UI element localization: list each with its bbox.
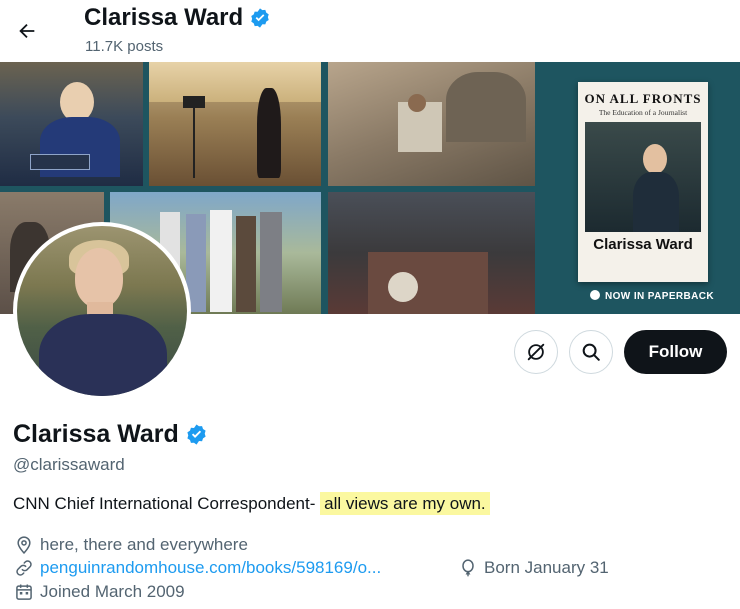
paperback-label: NOW IN PAPERBACK <box>590 290 714 302</box>
grok-icon <box>527 343 545 361</box>
link-icon <box>16 560 32 576</box>
profile-handle: @clarissaward <box>13 455 125 474</box>
book-cover-photo <box>585 122 701 232</box>
location-pin-icon <box>17 536 31 554</box>
book-subtitle: The Education of a Journalist <box>598 108 688 117</box>
grok-button[interactable] <box>514 330 558 374</box>
search-button[interactable] <box>569 330 613 374</box>
website-link[interactable]: penguinrandomhouse.com/books/598169/o... <box>40 558 381 578</box>
link-row: penguinrandomhouse.com/books/598169/o... <box>14 558 381 578</box>
banner-photo-bunker <box>328 62 535 186</box>
back-button[interactable] <box>10 14 44 48</box>
balloon-icon <box>462 559 474 577</box>
calendar-icon <box>16 584 32 600</box>
penguin-icon <box>590 290 600 300</box>
book-title: ON ALL FRONTS <box>584 91 702 106</box>
search-icon <box>582 343 600 361</box>
verified-badge-icon[interactable] <box>185 423 208 446</box>
book-cover[interactable]: ON ALL FRONTS The Education of a Journal… <box>578 82 708 282</box>
banner-photo-field-camera <box>149 62 321 186</box>
header-title: Clarissa Ward <box>84 4 271 32</box>
profile-name-row: Clarissa Ward <box>13 420 208 449</box>
location-row: here, there and everywhere <box>14 535 248 555</box>
joined-row: Joined March 2009 <box>14 582 185 602</box>
follow-button[interactable]: Follow <box>624 330 727 374</box>
post-count: 11.7K posts <box>85 38 164 55</box>
profile-bio: CNN Chief International Correspondent- a… <box>13 492 490 515</box>
bio-highlighted-text: all views are my own. <box>320 492 490 515</box>
birthday-row: Born January 31 <box>458 558 609 578</box>
avatar-photo <box>17 226 187 396</box>
banner-photo-un-speech <box>0 62 143 186</box>
avatar[interactable] <box>13 222 191 400</box>
birthday-text: Born January 31 <box>484 558 609 577</box>
bio-text: CNN Chief International Correspondent- <box>13 494 321 513</box>
joined-text: Joined March 2009 <box>40 582 185 601</box>
book-author: Clarissa Ward <box>593 236 693 253</box>
header-name: Clarissa Ward <box>84 4 244 31</box>
arrow-left-icon <box>19 23 35 39</box>
verified-badge-icon[interactable] <box>249 7 271 29</box>
paperback-text: NOW IN PAPERBACK <box>605 291 714 302</box>
profile-header: Clarissa Ward 11.7K posts <box>0 0 740 62</box>
location-text: here, there and everywhere <box>40 535 248 554</box>
banner-photo-crowd <box>328 192 535 314</box>
profile-name: Clarissa Ward <box>13 420 179 448</box>
